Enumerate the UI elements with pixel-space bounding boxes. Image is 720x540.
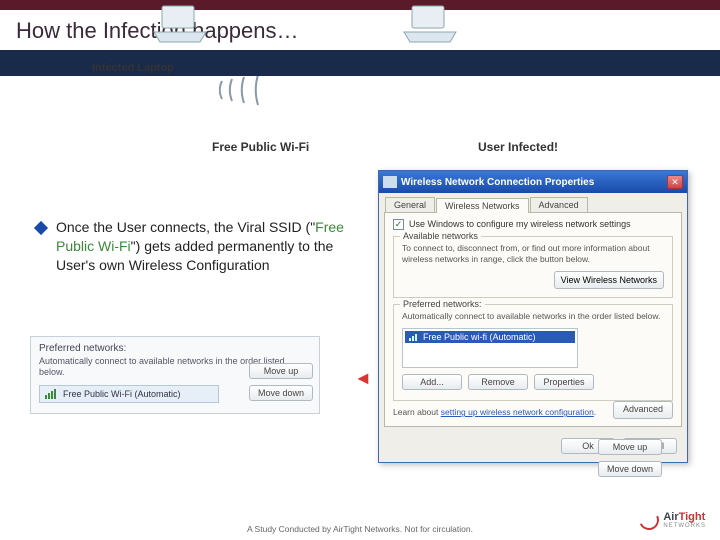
tab-wireless-networks[interactable]: Wireless Networks: [436, 198, 529, 213]
laptop-user-icon: [400, 4, 460, 44]
preferred-desc: Automatically connect to available netwo…: [402, 311, 664, 322]
bullet-paragraph: Once the User connects, the Viral SSID (…: [36, 218, 366, 275]
diamond-bullet-icon: [34, 221, 48, 235]
view-wireless-networks-button[interactable]: View Wireless Networks: [554, 271, 664, 289]
group-label-preferred: Preferred networks:: [400, 299, 485, 309]
add-button[interactable]: Add...: [402, 374, 462, 390]
tab-body: ✓ Use Windows to configure my wireless n…: [384, 212, 682, 427]
tab-general[interactable]: General: [385, 197, 435, 212]
move-down-button[interactable]: Move down: [598, 461, 662, 477]
dialog-title: Wireless Network Connection Properties: [401, 177, 667, 188]
dialog-titlebar[interactable]: Wireless Network Connection Properties ✕: [379, 171, 687, 193]
remove-button[interactable]: Remove: [468, 374, 528, 390]
available-desc: To connect to, disconnect from, or find …: [402, 243, 664, 265]
signal-icon: [45, 389, 57, 399]
dialog-icon: [383, 176, 397, 188]
infected-laptop-label: Infected Laptop: [92, 62, 174, 74]
group-label-available: Available networks: [400, 231, 481, 241]
list-item[interactable]: Free Public wi-fi (Automatic): [405, 331, 575, 343]
preferred-networks-group: Preferred networks: Automatically connec…: [393, 304, 673, 401]
airtight-logo: AirTight NETWORKS: [639, 510, 706, 530]
free-wifi-label: Free Public Wi-Fi: [212, 140, 309, 154]
move-up-button[interactable]: Move up: [249, 363, 313, 379]
logo-text: AirTight: [663, 511, 706, 523]
tab-advanced[interactable]: Advanced: [530, 197, 588, 212]
bullet-text: Once the User connects, the Viral SSID (…: [56, 218, 366, 275]
footer-note: A Study Conducted by AirTight Networks. …: [0, 524, 720, 534]
use-windows-checkbox[interactable]: ✓ Use Windows to configure my wireless n…: [393, 219, 673, 230]
list-item-label: Free Public wi-fi (Automatic): [423, 332, 536, 342]
learn-link[interactable]: setting up wireless network configuratio…: [441, 407, 594, 417]
logo-swirl-icon: [637, 507, 663, 533]
wifi-waves-icon: [216, 76, 286, 127]
user-infected-label: User Infected!: [478, 140, 558, 154]
accent-bar: [0, 0, 720, 10]
properties-button[interactable]: Properties: [534, 374, 594, 390]
preferred-network-item[interactable]: Free Public Wi-Fi (Automatic): [39, 385, 219, 403]
advanced-button[interactable]: Advanced: [613, 401, 673, 419]
preferred-networks-panel: Preferred networks: Automatically connec…: [30, 336, 320, 414]
bullet-pre: Once the User connects, the Viral SSID (…: [56, 219, 315, 235]
checkbox-icon: ✓: [393, 219, 404, 230]
wireless-properties-dialog: Wireless Network Connection Properties ✕…: [378, 170, 688, 463]
laptop-infected-icon: [150, 4, 210, 44]
tab-strip: General Wireless Networks Advanced: [379, 193, 687, 212]
close-icon[interactable]: ✕: [667, 175, 683, 189]
panel-header: Preferred networks:: [39, 343, 311, 354]
preferred-list[interactable]: Free Public wi-fi (Automatic): [402, 328, 578, 368]
slide-title: How the Infection happens…: [0, 10, 720, 48]
checkbox-label: Use Windows to configure my wireless net…: [409, 219, 631, 229]
move-up-button[interactable]: Move up: [598, 439, 662, 455]
arrow-left-icon: ◄: [354, 368, 372, 389]
logo-subtext: NETWORKS: [663, 523, 706, 529]
learn-text: Learn about setting up wireless network …: [393, 407, 673, 418]
available-networks-group: Available networks To connect to, discon…: [393, 236, 673, 298]
move-down-button[interactable]: Move down: [249, 385, 313, 401]
network-name: Free Public Wi-Fi (Automatic): [63, 389, 181, 399]
